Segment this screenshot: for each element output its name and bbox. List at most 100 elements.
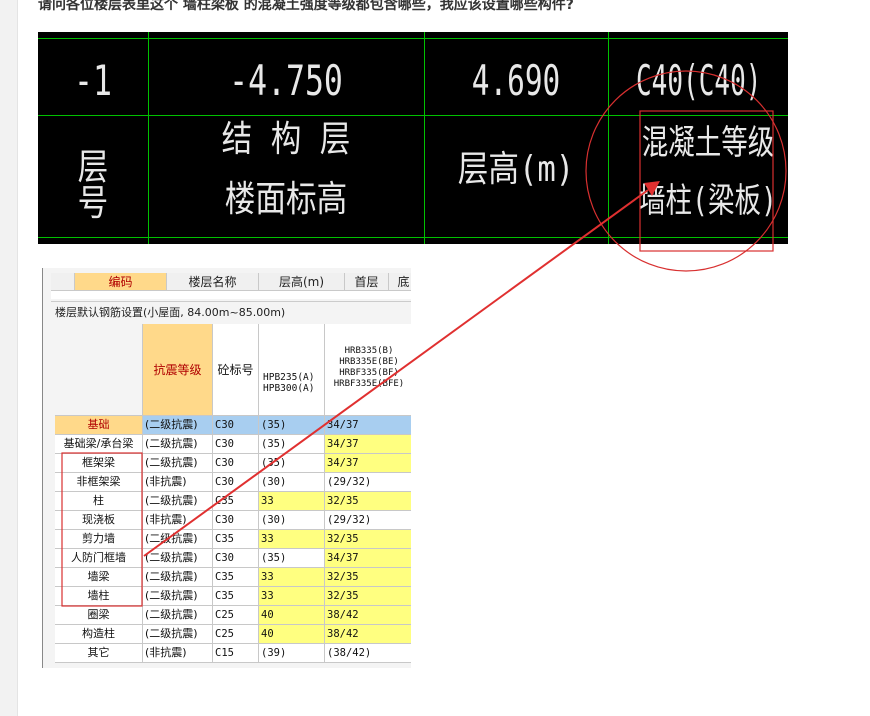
header-code[interactable]: 编码 — [75, 273, 167, 291]
hpb-anchor-cell[interactable]: 33 — [259, 530, 325, 549]
hrb-anchor-cell[interactable]: 34/37 — [325, 454, 411, 473]
grid-line — [608, 32, 609, 244]
cad-label-height: 层高(m) — [457, 149, 575, 190]
seismic-grade-cell[interactable]: (二级抗震) — [143, 454, 213, 473]
component-name-cell[interactable]: 墙柱 — [55, 587, 143, 606]
concrete-grade-cell[interactable]: C35 — [213, 587, 259, 606]
settings-subtitle: 楼层默认钢筋设置(小屋面, 84.00m~85.00m) — [51, 301, 411, 323]
header-seismic[interactable]: 抗震等级 — [143, 324, 213, 416]
component-name-cell[interactable]: 其它 — [55, 644, 143, 663]
hpb-anchor-cell[interactable]: 33 — [259, 568, 325, 587]
rebar-grid: 抗震等级 砼标号 HPB235(A) HPB300(A) HRB335(B) H… — [55, 324, 411, 663]
concrete-grade-cell[interactable]: C25 — [213, 606, 259, 625]
concrete-grade-cell[interactable]: C30 — [213, 549, 259, 568]
cad-label-floor-elevation: 楼面标高 — [224, 179, 348, 220]
hpb-anchor-cell[interactable]: (35) — [259, 549, 325, 568]
seismic-grade-cell[interactable]: (二级抗震) — [143, 435, 213, 454]
hrb-anchor-cell[interactable]: 38/42 — [325, 606, 411, 625]
hpb-anchor-cell[interactable]: (35) — [259, 435, 325, 454]
concrete-grade-cell[interactable]: C35 — [213, 530, 259, 549]
rebar-settings-screenshot: 编码 楼层名称 层高(m) 首层 底 楼层默认钢筋设置(小屋面, 84.00m~… — [42, 268, 411, 668]
seismic-grade-cell[interactable]: (二级抗震) — [143, 625, 213, 644]
header-hpb[interactable]: HPB235(A) HPB300(A) — [259, 324, 325, 416]
header-first-floor[interactable]: 首层 — [345, 273, 389, 291]
hpb-anchor-cell[interactable]: (35) — [259, 454, 325, 473]
hrb-anchor-cell[interactable]: (29/32) — [325, 511, 411, 530]
component-name-cell[interactable]: 墙梁 — [55, 568, 143, 587]
component-name-cell[interactable]: 构造柱 — [55, 625, 143, 644]
hrb-anchor-cell[interactable]: 32/35 — [325, 530, 411, 549]
hrb-anchor-cell[interactable]: 32/35 — [325, 568, 411, 587]
header-concrete[interactable]: 砼标号 — [213, 324, 259, 416]
concrete-grade-cell[interactable]: C35 — [213, 568, 259, 587]
hrb-anchor-cell[interactable]: (38/42) — [325, 644, 411, 663]
concrete-grade-cell[interactable]: C35 — [213, 492, 259, 511]
cad-label-floor: 层 号 — [77, 147, 109, 224]
cad-label-wall-column: 墙柱(梁板) — [638, 181, 778, 221]
seismic-grade-cell[interactable]: (非抗震) — [143, 473, 213, 492]
header-floor-name[interactable]: 楼层名称 — [167, 273, 259, 291]
hpb-anchor-cell[interactable]: (35) — [259, 416, 325, 435]
grid-line — [424, 32, 425, 244]
question-title: 请问各位楼层表里这个 墙柱梁板 的混凝土强度等级都包含哪些，我应该设置哪些构件? — [38, 0, 574, 13]
seismic-grade-cell[interactable]: (二级抗震) — [143, 492, 213, 511]
header-floor-height[interactable]: 层高(m) — [259, 273, 345, 291]
hpb-anchor-cell[interactable]: 40 — [259, 606, 325, 625]
hrb-anchor-cell[interactable]: 38/42 — [325, 625, 411, 644]
hpb-anchor-cell[interactable]: 33 — [259, 587, 325, 606]
seismic-grade-cell[interactable]: (非抗震) — [143, 511, 213, 530]
component-name-cell[interactable]: 基础梁/承台梁 — [55, 435, 143, 454]
left-rail — [0, 0, 18, 716]
header-bottom[interactable]: 底 — [389, 273, 411, 291]
cad-concrete-grade: C40(C40) — [636, 56, 762, 105]
hrb-anchor-cell[interactable]: 32/35 — [325, 587, 411, 606]
grid-line — [38, 38, 788, 39]
component-name-cell[interactable]: 人防门框墙 — [55, 549, 143, 568]
cad-label-structure: 结 构 层 — [221, 119, 351, 160]
corner-cell — [55, 324, 143, 416]
grid-line — [38, 115, 788, 116]
seismic-grade-cell[interactable]: (非抗震) — [143, 644, 213, 663]
seismic-grade-cell[interactable]: (二级抗震) — [143, 587, 213, 606]
grid-line — [148, 32, 149, 244]
hpb-anchor-cell[interactable]: (30) — [259, 473, 325, 492]
concrete-grade-cell[interactable]: C30 — [213, 416, 259, 435]
cad-height: 4.690 — [471, 56, 561, 105]
component-name-cell[interactable]: 框架梁 — [55, 454, 143, 473]
hrb-anchor-cell[interactable]: (29/32) — [325, 473, 411, 492]
hpb-anchor-cell[interactable]: 33 — [259, 492, 325, 511]
concrete-grade-cell[interactable]: C30 — [213, 454, 259, 473]
header-hrb-text: HRB335(B) HRB335E(BE) HRBF335(BF) HRBF33… — [333, 346, 405, 389]
concrete-grade-cell[interactable]: C30 — [213, 473, 259, 492]
seismic-grade-cell[interactable]: (二级抗震) — [143, 416, 213, 435]
component-name-cell[interactable]: 现浇板 — [55, 511, 143, 530]
hrb-anchor-cell[interactable]: 32/35 — [325, 492, 411, 511]
concrete-grade-cell[interactable]: C15 — [213, 644, 259, 663]
component-name-cell[interactable]: 剪力墙 — [55, 530, 143, 549]
concrete-grade-cell[interactable]: C25 — [213, 625, 259, 644]
hpb-anchor-cell[interactable]: (30) — [259, 511, 325, 530]
row-indicator — [51, 273, 75, 291]
concrete-grade-cell[interactable]: C30 — [213, 511, 259, 530]
grid-line — [38, 237, 788, 238]
seismic-grade-cell[interactable]: (二级抗震) — [143, 606, 213, 625]
cad-floor-number: -1 — [74, 56, 112, 105]
seismic-grade-cell[interactable]: (二级抗震) — [143, 568, 213, 587]
seismic-grade-cell[interactable]: (二级抗震) — [143, 549, 213, 568]
cad-drawing: -1 -4.750 4.690 C40(C40) 层 号 结 构 层 楼面标高 … — [38, 32, 788, 244]
floor-grid: 编码 楼层名称 层高(m) 首层 底 — [51, 273, 411, 299]
hrb-anchor-cell[interactable]: 34/37 — [325, 416, 411, 435]
component-name-cell[interactable]: 非框架梁 — [55, 473, 143, 492]
seismic-grade-cell[interactable]: (二级抗震) — [143, 530, 213, 549]
cad-elevation: -4.750 — [229, 56, 343, 105]
component-name-cell[interactable]: 柱 — [55, 492, 143, 511]
component-name-cell[interactable]: 基础 — [55, 416, 143, 435]
hpb-anchor-cell[interactable]: 40 — [259, 625, 325, 644]
concrete-grade-cell[interactable]: C30 — [213, 435, 259, 454]
header-hpb-text: HPB235(A) HPB300(A) — [263, 372, 315, 394]
hrb-anchor-cell[interactable]: 34/37 — [325, 549, 411, 568]
header-hrb[interactable]: HRB335(B) HRB335E(BE) HRBF335(BF) HRBF33… — [325, 324, 411, 416]
hpb-anchor-cell[interactable]: (39) — [259, 644, 325, 663]
hrb-anchor-cell[interactable]: 34/37 — [325, 435, 411, 454]
component-name-cell[interactable]: 圈梁 — [55, 606, 143, 625]
